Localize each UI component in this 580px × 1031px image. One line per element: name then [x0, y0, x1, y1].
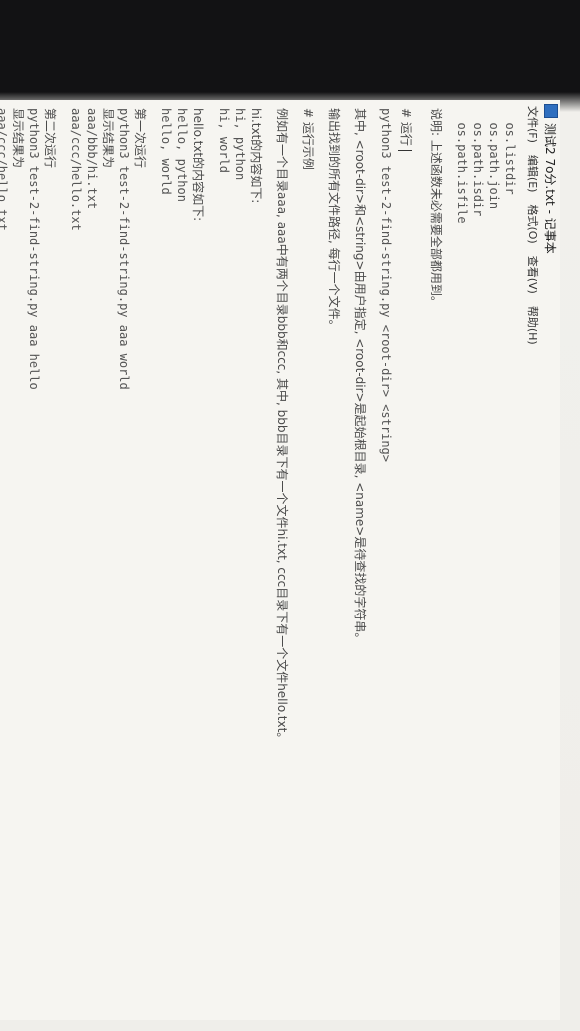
- text-line: 其中, <root-dir>和<string>由用户指定, <root-dir>…: [353, 108, 367, 645]
- text-line: os.listdir: [503, 108, 517, 195]
- text-line: [206, 108, 216, 1012]
- text-line: 显示结果为: [101, 108, 115, 169]
- menu-file[interactable]: 文件(F): [525, 106, 541, 143]
- text-line: [418, 108, 428, 1012]
- text-line: os.path.isfile: [455, 108, 469, 224]
- text-line: aaa/ccc/hello.txt: [69, 108, 83, 231]
- text-line: [148, 108, 158, 1012]
- text-line: 显示结果为: [11, 108, 25, 169]
- text-line: [368, 108, 378, 1012]
- photo-screen: 测试2 7o分.txt - 记事本 文件(F) 编辑(E) 格式(O) 查看(V…: [0, 0, 580, 1031]
- text-line: [444, 108, 454, 1012]
- text-line: [264, 108, 274, 1012]
- menu-format[interactable]: 格式(O): [525, 204, 541, 243]
- text-line: os.path.join: [487, 108, 501, 210]
- text-line: aaa/ccc/hello.txt: [0, 108, 9, 231]
- menu-view[interactable]: 查看(V): [525, 256, 541, 294]
- text-line: 说明: 上述函数未必需要全部都用到。: [429, 108, 443, 308]
- text-caret: [398, 149, 413, 151]
- text-line: 输出找到的所有文件路径, 每行一个文件。: [327, 108, 341, 332]
- text-line: os.path.isdir: [471, 108, 485, 217]
- window-title: 测试2 7o分.txt - 记事本: [543, 123, 558, 254]
- menu-help[interactable]: 帮助(H): [525, 306, 541, 345]
- text-line: aaa/bbb/hi.txt: [85, 108, 99, 210]
- text-line: hello, world: [159, 108, 173, 195]
- text-line: [316, 108, 326, 1012]
- text-line: [290, 108, 300, 1012]
- text-line: hello, python: [175, 108, 189, 202]
- text-line: python3 test-2-find-string.py aaa hello: [27, 108, 41, 390]
- title-bar: 测试2 7o分.txt - 记事本: [542, 100, 560, 1020]
- text-line: 第一次运行: [133, 108, 147, 169]
- menu-bar: 文件(F) 编辑(E) 格式(O) 查看(V) 帮助(H): [524, 100, 542, 1020]
- text-line: hi, python: [233, 108, 247, 181]
- text-line: hi.txt的内容如下:: [249, 108, 263, 204]
- text-line: [342, 108, 352, 1012]
- text-line: 第二次运行: [43, 108, 57, 169]
- text-line: # 运行示例: [301, 108, 315, 170]
- text-line: 例如有一个目录aaa, aaa中有两个目录bbb和ccc, 其中, bbb目录下…: [275, 108, 289, 745]
- text-line: hi, world: [217, 108, 231, 174]
- text-editor[interactable]: os.listdir os.path.join os.path.isdir os…: [0, 100, 524, 1020]
- text-line: hello.txt的内容如下:: [191, 108, 205, 222]
- menu-edit[interactable]: 编辑(E): [525, 155, 541, 193]
- text-line: # 运行: [394, 108, 418, 1012]
- text-line: python3 test-2-find-string.py aaa world: [117, 108, 131, 390]
- text-line: [58, 108, 68, 1012]
- text-line: python3 test-2-find-string.py <root-dir>…: [379, 108, 393, 463]
- notepad-window: 测试2 7o分.txt - 记事本 文件(F) 编辑(E) 格式(O) 查看(V…: [0, 100, 560, 1020]
- notepad-icon: [544, 104, 558, 118]
